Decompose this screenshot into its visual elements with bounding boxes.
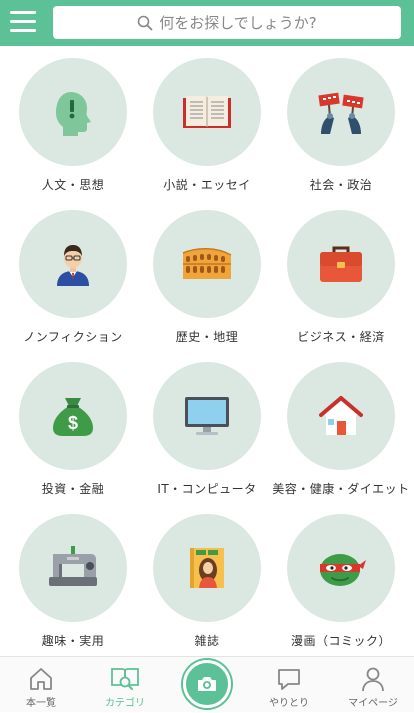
category-item[interactable]: 漫画（コミック） — [272, 502, 410, 652]
category-label: ビジネス・経済 — [297, 330, 385, 344]
category-circle[interactable] — [287, 210, 395, 318]
category-circle[interactable] — [153, 514, 261, 622]
category-circle[interactable] — [19, 514, 127, 622]
category-label: ノンフィクション — [23, 330, 123, 344]
app-header: 何をお探しでしょうか? — [0, 0, 414, 46]
house-icon — [319, 396, 363, 435]
tab-label: 本一覧 — [26, 698, 56, 709]
category-circle[interactable]: $ — [19, 362, 127, 470]
category-grid: 人文・思想 小説・エッセイ 社会・政治 ノンフィクション 歴史・地理 ビジネス・… — [0, 46, 414, 656]
hamburger-menu-icon[interactable] — [10, 10, 38, 34]
monitor-icon — [185, 397, 229, 435]
category-circle[interactable] — [287, 362, 395, 470]
camera-button[interactable] — [183, 660, 231, 708]
camera-icon — [198, 677, 216, 691]
category-label: IT・コンピュータ — [157, 482, 257, 496]
ninja-turtle-icon — [320, 554, 366, 586]
book-search-icon — [111, 668, 139, 690]
category-circle[interactable] — [153, 58, 261, 166]
category-item[interactable]: 小説・エッセイ — [138, 46, 276, 196]
tab-mypage[interactable]: マイページ — [332, 657, 414, 713]
businessman-icon — [57, 245, 89, 286]
tab-label: マイページ — [348, 698, 398, 709]
category-label: 美容・健康・ダイエット — [272, 482, 410, 496]
book-icon — [183, 96, 231, 128]
category-item[interactable]: 趣味・実用 — [4, 502, 142, 652]
svg-text:$: $ — [68, 413, 78, 433]
colosseum-icon — [182, 248, 232, 279]
category-circle[interactable] — [153, 210, 261, 318]
category-item[interactable]: 社会・政治 — [272, 46, 410, 196]
category-label: 雑誌 — [194, 634, 220, 648]
person-icon — [362, 667, 384, 692]
head-icon — [56, 92, 91, 136]
category-item[interactable]: IT・コンピュータ — [138, 350, 276, 500]
category-circle[interactable] — [19, 210, 127, 318]
category-circle[interactable] — [19, 58, 127, 166]
sewing-machine-icon — [49, 546, 97, 586]
category-item[interactable]: 歴史・地理 — [138, 198, 276, 348]
money-bag-icon: $ — [53, 398, 93, 436]
tab-home[interactable]: 本一覧 — [0, 657, 82, 713]
category-item[interactable]: 美容・健康・ダイエット — [272, 350, 410, 500]
briefcase-icon — [320, 246, 362, 282]
category-label: 趣味・実用 — [41, 634, 105, 648]
tab-exchange[interactable]: やりとり — [248, 657, 330, 713]
magazine-icon — [190, 548, 224, 588]
category-label: 社会・政治 — [309, 178, 373, 192]
search-input[interactable]: 何をお探しでしょうか? — [53, 6, 401, 39]
search-icon — [137, 15, 153, 30]
category-item[interactable]: ビジネス・経済 — [272, 198, 410, 348]
tab-label: カテゴリ — [105, 698, 145, 709]
category-circle[interactable] — [153, 362, 261, 470]
category-item[interactable]: ノンフィクション — [4, 198, 142, 348]
category-label: 人文・思想 — [41, 178, 105, 192]
protest-signs-icon — [318, 92, 364, 134]
category-label: 歴史・地理 — [175, 330, 239, 344]
category-item[interactable]: $ 投資・金融 — [4, 350, 142, 500]
category-circle[interactable] — [287, 58, 395, 166]
chat-bubble-icon — [278, 669, 300, 690]
category-item[interactable]: 人文・思想 — [4, 46, 142, 196]
category-label: 小説・エッセイ — [163, 178, 251, 192]
tab-category[interactable]: カテゴリ — [84, 657, 166, 713]
category-label: 投資・金融 — [41, 482, 105, 496]
category-label: 漫画（コミック） — [290, 634, 391, 648]
tab-label: やりとり — [269, 698, 309, 709]
category-circle[interactable] — [287, 514, 395, 622]
search-placeholder: 何をお探しでしょうか? — [159, 14, 317, 32]
category-item[interactable]: 雑誌 — [138, 502, 276, 652]
house-outline-icon — [30, 668, 52, 690]
